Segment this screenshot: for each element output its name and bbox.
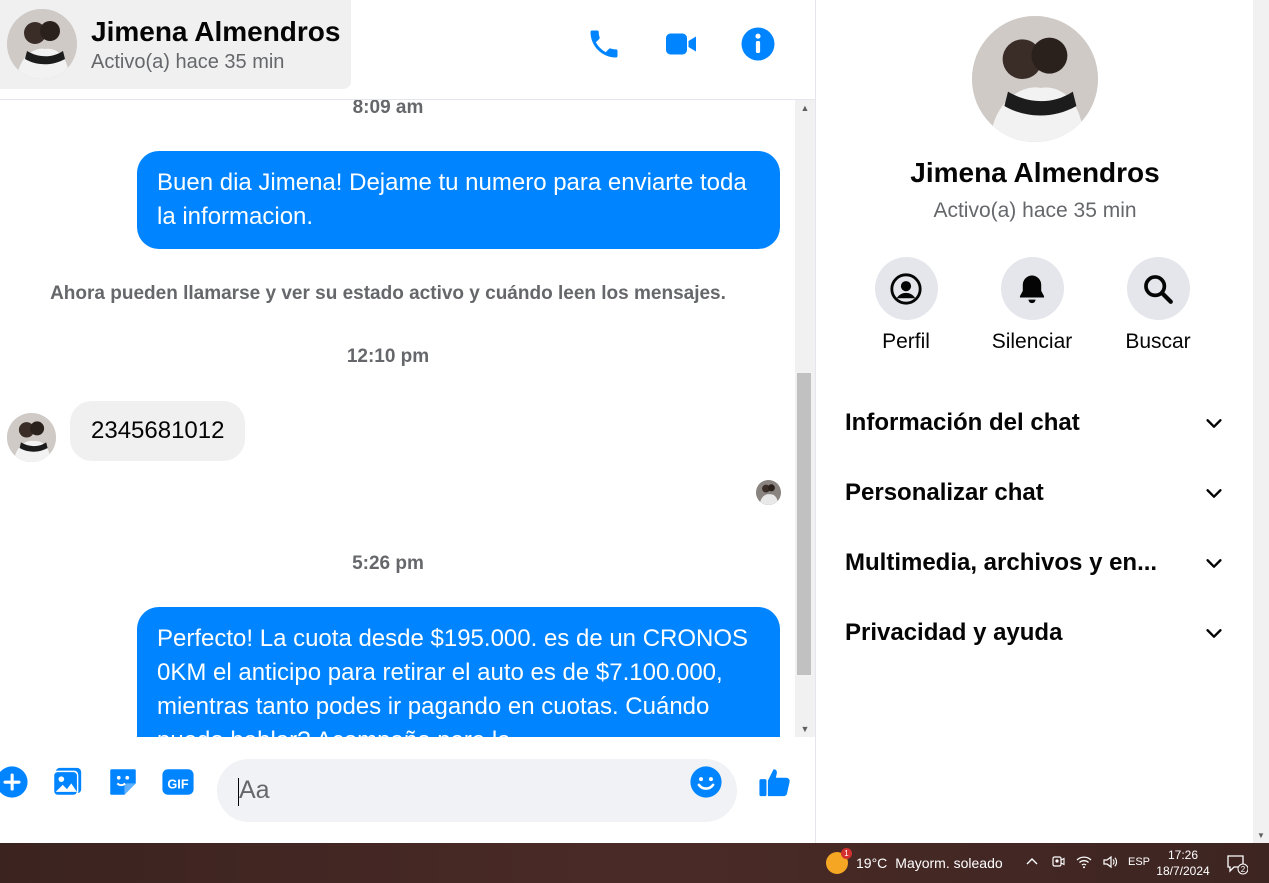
search-icon (1144, 274, 1173, 304)
profile-icon (890, 272, 922, 305)
weather-widget[interactable]: 1 19°C Mayorm. soleado (826, 848, 1003, 874)
conversation-info-button[interactable] (738, 24, 778, 64)
scroll-down-arrow-icon[interactable]: ▼ (1253, 827, 1269, 843)
plus-circle-icon (0, 766, 28, 798)
section-label: Información del chat (845, 409, 1080, 436)
chevron-down-icon (1206, 629, 1222, 638)
sticker-button[interactable] (105, 764, 141, 800)
mute-button[interactable]: Silenciar (972, 257, 1092, 354)
profile-status: Activo(a) hace 35 min (933, 199, 1137, 222)
conversation-info-panel: Jimena Almendros Activo(a) hace 35 min P… (815, 0, 1253, 843)
clock-time: 17:26 (1167, 848, 1199, 862)
notification-center-button[interactable]: 2 (1226, 853, 1249, 875)
system-notice: Ahora pueden llamarse y ver su estado ac… (50, 283, 726, 304)
timestamp-separator: 5:26 pm (352, 553, 424, 574)
notification-icon: 2 (1227, 855, 1249, 875)
section-media-files[interactable]: Multimedia, archivos y en... (845, 538, 1225, 588)
scroll-down-arrow-icon[interactable]: ▼ (795, 721, 815, 737)
chevron-down-icon (1206, 559, 1222, 568)
more-actions-button[interactable] (0, 764, 30, 800)
profile-label: Perfil (882, 330, 930, 353)
weather-badge: 1 (841, 848, 852, 859)
contact-status: Activo(a) hace 35 min (91, 51, 285, 73)
notification-count: 2 (1241, 865, 1246, 874)
section-label: Multimedia, archivos y en... (845, 549, 1158, 576)
svg-text:GIF: GIF (167, 776, 188, 791)
input-language[interactable]: ESP (1128, 856, 1150, 868)
attach-photo-button[interactable] (49, 764, 85, 800)
profile-button[interactable]: Perfil (846, 257, 966, 354)
contact-avatar[interactable] (7, 9, 77, 79)
image-gallery-icon (52, 767, 82, 797)
message-list[interactable]: 8:09 am Buen dia Jimena! Dejame tu numer… (0, 100, 795, 737)
video-call-button[interactable] (661, 24, 701, 64)
profile-avatar-large[interactable] (972, 16, 1098, 142)
phone-icon (590, 30, 618, 58)
smiley-icon (690, 766, 722, 798)
sun-icon: 1 (826, 848, 852, 874)
section-label: Personalizar chat (845, 479, 1044, 506)
clock-date: 18/7/2024 (1156, 864, 1210, 878)
chat-panel: Jimena Almendros Activo(a) hace 35 min 8… (0, 0, 815, 843)
contact-header-button[interactable]: Jimena Almendros Activo(a) hace 35 min (0, 0, 351, 89)
info-icon (741, 27, 775, 61)
system-tray: ESP (1024, 854, 1150, 870)
page-scrollbar[interactable]: ▼ (1253, 0, 1269, 843)
camera-device-icon[interactable] (1050, 854, 1066, 870)
system-clock[interactable]: 17:26 18/7/2024 (1150, 847, 1216, 879)
gif-button[interactable]: GIF (160, 764, 196, 800)
chat-header: Jimena Almendros Activo(a) hace 35 min (0, 0, 815, 100)
timestamp-separator: 8:09 am (352, 100, 424, 118)
volume-icon[interactable] (1102, 854, 1118, 870)
thumbs-up-icon (759, 769, 790, 797)
contact-name: Jimena Almendros (91, 16, 341, 47)
chevron-down-icon (1206, 489, 1222, 498)
bell-icon (1019, 275, 1045, 303)
section-customize-chat[interactable]: Personalizar chat (845, 468, 1225, 518)
section-label: Privacidad y ayuda (845, 619, 1063, 646)
outgoing-message[interactable]: Buen dia Jimena! Dejame tu numero para e… (137, 151, 780, 249)
mute-label: Silenciar (991, 330, 1073, 353)
messenger-app: Jimena Almendros Activo(a) hace 35 min 8… (0, 0, 1269, 843)
section-privacy-help[interactable]: Privacidad y ayuda (845, 608, 1225, 658)
message-input[interactable] (217, 759, 737, 822)
message-scrollbar[interactable]: ▲ ▼ (795, 100, 815, 737)
chevron-down-icon (1206, 419, 1222, 428)
video-camera-icon (666, 33, 696, 55)
temperature: 19°C (856, 855, 888, 871)
sender-avatar (7, 413, 56, 462)
emoji-button[interactable] (688, 764, 724, 800)
search-label: Buscar (1125, 330, 1191, 353)
windows-taskbar: 1 19°C Mayorm. soleado ESP 17:26 18/7/20… (0, 843, 1269, 883)
like-button[interactable] (757, 764, 793, 800)
gif-icon: GIF (162, 769, 194, 795)
text-cursor (238, 778, 239, 806)
wifi-icon[interactable] (1076, 854, 1092, 870)
timestamp-separator: 12:10 pm (346, 346, 430, 367)
audio-call-button[interactable] (584, 24, 624, 64)
scroll-up-arrow-icon[interactable]: ▲ (795, 100, 815, 116)
profile-name: Jimena Almendros (910, 157, 1160, 188)
weather-description: Mayorm. soleado (895, 855, 1003, 871)
chevron-up-icon[interactable] (1024, 854, 1040, 870)
scrollbar-thumb[interactable] (797, 373, 811, 675)
message-composer: GIF (0, 737, 815, 843)
section-chat-info[interactable]: Información del chat (845, 398, 1225, 448)
sticker-icon (110, 769, 136, 795)
read-receipt-avatar (756, 480, 781, 505)
outgoing-message[interactable]: Perfecto! La cuota desde $195.000. es de… (137, 607, 780, 737)
incoming-message[interactable]: 2345681012 (70, 401, 246, 461)
search-button[interactable]: Buscar (1098, 257, 1218, 354)
